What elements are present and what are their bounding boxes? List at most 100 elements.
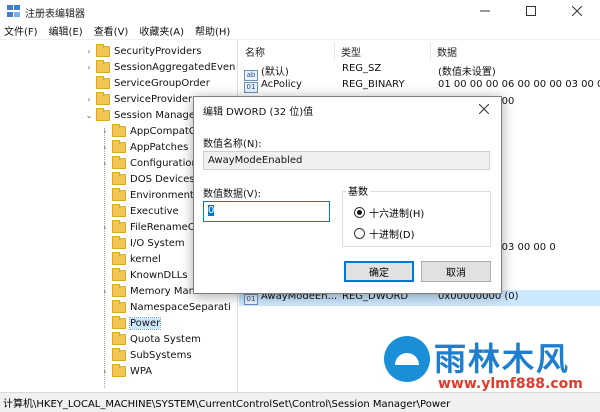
tree-item-label: kernel — [130, 253, 161, 265]
minimize-button[interactable] — [462, 0, 508, 22]
tree-item[interactable]: NamespaceSeparati — [100, 299, 231, 315]
tree-item[interactable]: › WPA — [100, 363, 152, 379]
folder-icon — [112, 299, 126, 313]
tree-item[interactable]: › AppPatches — [100, 139, 188, 155]
dialog-close-button[interactable] — [467, 97, 501, 121]
tree-item[interactable]: Executive — [100, 203, 179, 219]
tree-item-label: ServiceProvider — [114, 93, 193, 105]
tree-item[interactable]: I/O System — [100, 235, 185, 251]
value-name-cell: 01 AcPolicy — [244, 79, 336, 94]
chevron-right-icon[interactable]: › — [100, 143, 110, 152]
window-title: 注册表编辑器 — [25, 9, 85, 20]
chevron-right-icon[interactable]: › — [84, 95, 94, 104]
tree-item[interactable]: › AppCompatCa — [100, 123, 202, 139]
radio-hex[interactable]: 十六进制(H) — [354, 205, 424, 220]
table-row[interactable]: ab (默认) REG_SZ (数值未设置) — [239, 62, 600, 81]
tree-item[interactable]: DOS Devices — [100, 171, 195, 187]
column-data[interactable]: 数据 — [431, 42, 600, 60]
watermark-text: 雨林木风 — [434, 340, 571, 378]
tree-item[interactable]: KnownDLLs — [100, 267, 188, 283]
column-name[interactable]: 名称 — [239, 42, 335, 60]
maximize-button[interactable] — [508, 0, 554, 22]
tree-item[interactable]: SubSystems — [100, 347, 192, 363]
binary-value-icon: 01 — [244, 82, 258, 94]
tree-item[interactable]: kernel — [100, 251, 161, 267]
folder-icon — [112, 139, 126, 153]
menu-help[interactable]: 帮助(H) — [195, 23, 230, 38]
chevron-right-icon[interactable]: › — [100, 223, 110, 232]
radio-hex-indicator — [354, 207, 365, 218]
folder-icon — [96, 107, 110, 121]
folder-icon — [112, 267, 126, 281]
tree-item-label: Power — [128, 316, 162, 330]
cancel-button[interactable]: 取消 — [421, 261, 491, 282]
folder-icon — [96, 43, 110, 57]
chevron-down-icon[interactable]: ⌄ — [84, 111, 94, 120]
value-name-field: AwayModeEnabled — [203, 151, 490, 170]
tree-item[interactable]: › SessionAggregatedEven — [84, 59, 235, 75]
folder-icon — [112, 123, 126, 137]
folder-icon — [96, 75, 110, 89]
tree-item-label: NamespaceSeparati — [130, 301, 231, 313]
chevron-right-icon[interactable]: › — [100, 287, 110, 296]
radio-dec-indicator — [354, 228, 365, 239]
tree-item[interactable]: › Memory Mana — [100, 283, 201, 299]
menu-favorites[interactable]: 收藏夹(A) — [139, 23, 184, 38]
radio-hex-label: 十六进制(H) — [369, 209, 425, 220]
maximize-icon — [526, 6, 536, 16]
close-icon — [572, 6, 582, 16]
tree-item[interactable]: Quota System — [100, 331, 201, 347]
menu-view[interactable]: 查看(V) — [94, 23, 129, 38]
leaf-logo-icon — [384, 336, 430, 382]
value-data-input[interactable]: 0 — [203, 201, 330, 222]
tree-item-label: Memory Mana — [130, 285, 202, 297]
value-data-text: 0 — [208, 205, 215, 216]
chevron-right-icon[interactable]: › — [100, 159, 110, 168]
tree-item[interactable]: Environment — [100, 187, 194, 203]
folder-icon — [112, 235, 126, 249]
binary-value-icon: 01 — [244, 294, 258, 306]
value-data-cell: (数值未设置) — [438, 67, 496, 78]
tree-item-label: Session Manager — [114, 109, 200, 121]
menu-edit[interactable]: 编辑(E) — [49, 23, 83, 38]
folder-icon — [112, 219, 126, 233]
tree-item-label: ServiceGroupOrder — [114, 77, 210, 89]
tree-item[interactable]: › SecurityProviders — [84, 43, 201, 59]
ok-button[interactable]: 确定 — [344, 261, 414, 282]
tree-item-label: Quota System — [130, 333, 201, 345]
column-type[interactable]: 类型 — [335, 42, 431, 60]
tree-item-label: AppCompatCa — [130, 125, 202, 137]
chevron-right-icon[interactable]: › — [84, 47, 94, 56]
folder-icon — [112, 171, 126, 185]
chevron-right-icon[interactable]: › — [84, 63, 94, 72]
tree-item-label: Configuration — [130, 157, 198, 169]
minimize-icon — [480, 10, 490, 12]
folder-icon — [112, 347, 126, 361]
folder-icon — [112, 363, 126, 377]
chevron-right-icon[interactable]: › — [100, 367, 110, 376]
tree-item-label: SecurityProviders — [114, 45, 202, 57]
tree-item[interactable]: › Configuration — [100, 155, 198, 171]
menu-file[interactable]: 文件(F) — [4, 23, 38, 38]
chevron-right-icon[interactable]: › — [100, 127, 110, 136]
title-bar: 注册表编辑器 — [0, 0, 600, 22]
table-row[interactable]: 01 AcPolicy REG_BINARY 01 00 00 00 06 00 00… — [239, 78, 600, 94]
value-type-cell: REG_BINARY — [342, 79, 405, 91]
value-data-label: 数值数据(V): — [203, 189, 262, 200]
tree-item-label: DOS Devices — [130, 173, 195, 185]
tree-item-label: I/O System — [130, 237, 185, 249]
value-name-label: 数值名称(N): — [203, 139, 262, 150]
tree-item[interactable]: ServiceGroupOrder — [84, 75, 210, 91]
tree-item[interactable]: Power — [100, 315, 162, 331]
value-name-text: AcPolicy — [261, 79, 302, 91]
tree-item-label: Environment — [130, 189, 194, 201]
tree-item[interactable]: › ServiceProvider — [84, 91, 192, 107]
tree-item[interactable]: › FileRenameOp — [100, 219, 202, 235]
tree-item-label: KnownDLLs — [130, 269, 188, 281]
folder-icon — [112, 315, 126, 329]
close-button[interactable] — [554, 0, 600, 22]
radio-dec[interactable]: 十进制(D) — [354, 226, 415, 241]
tree-item[interactable]: ⌄ Session Manager — [84, 107, 199, 123]
dialog-title: 编辑 DWORD (32 位)值 — [203, 107, 314, 118]
value-type-cell: REG_SZ — [342, 63, 382, 74]
